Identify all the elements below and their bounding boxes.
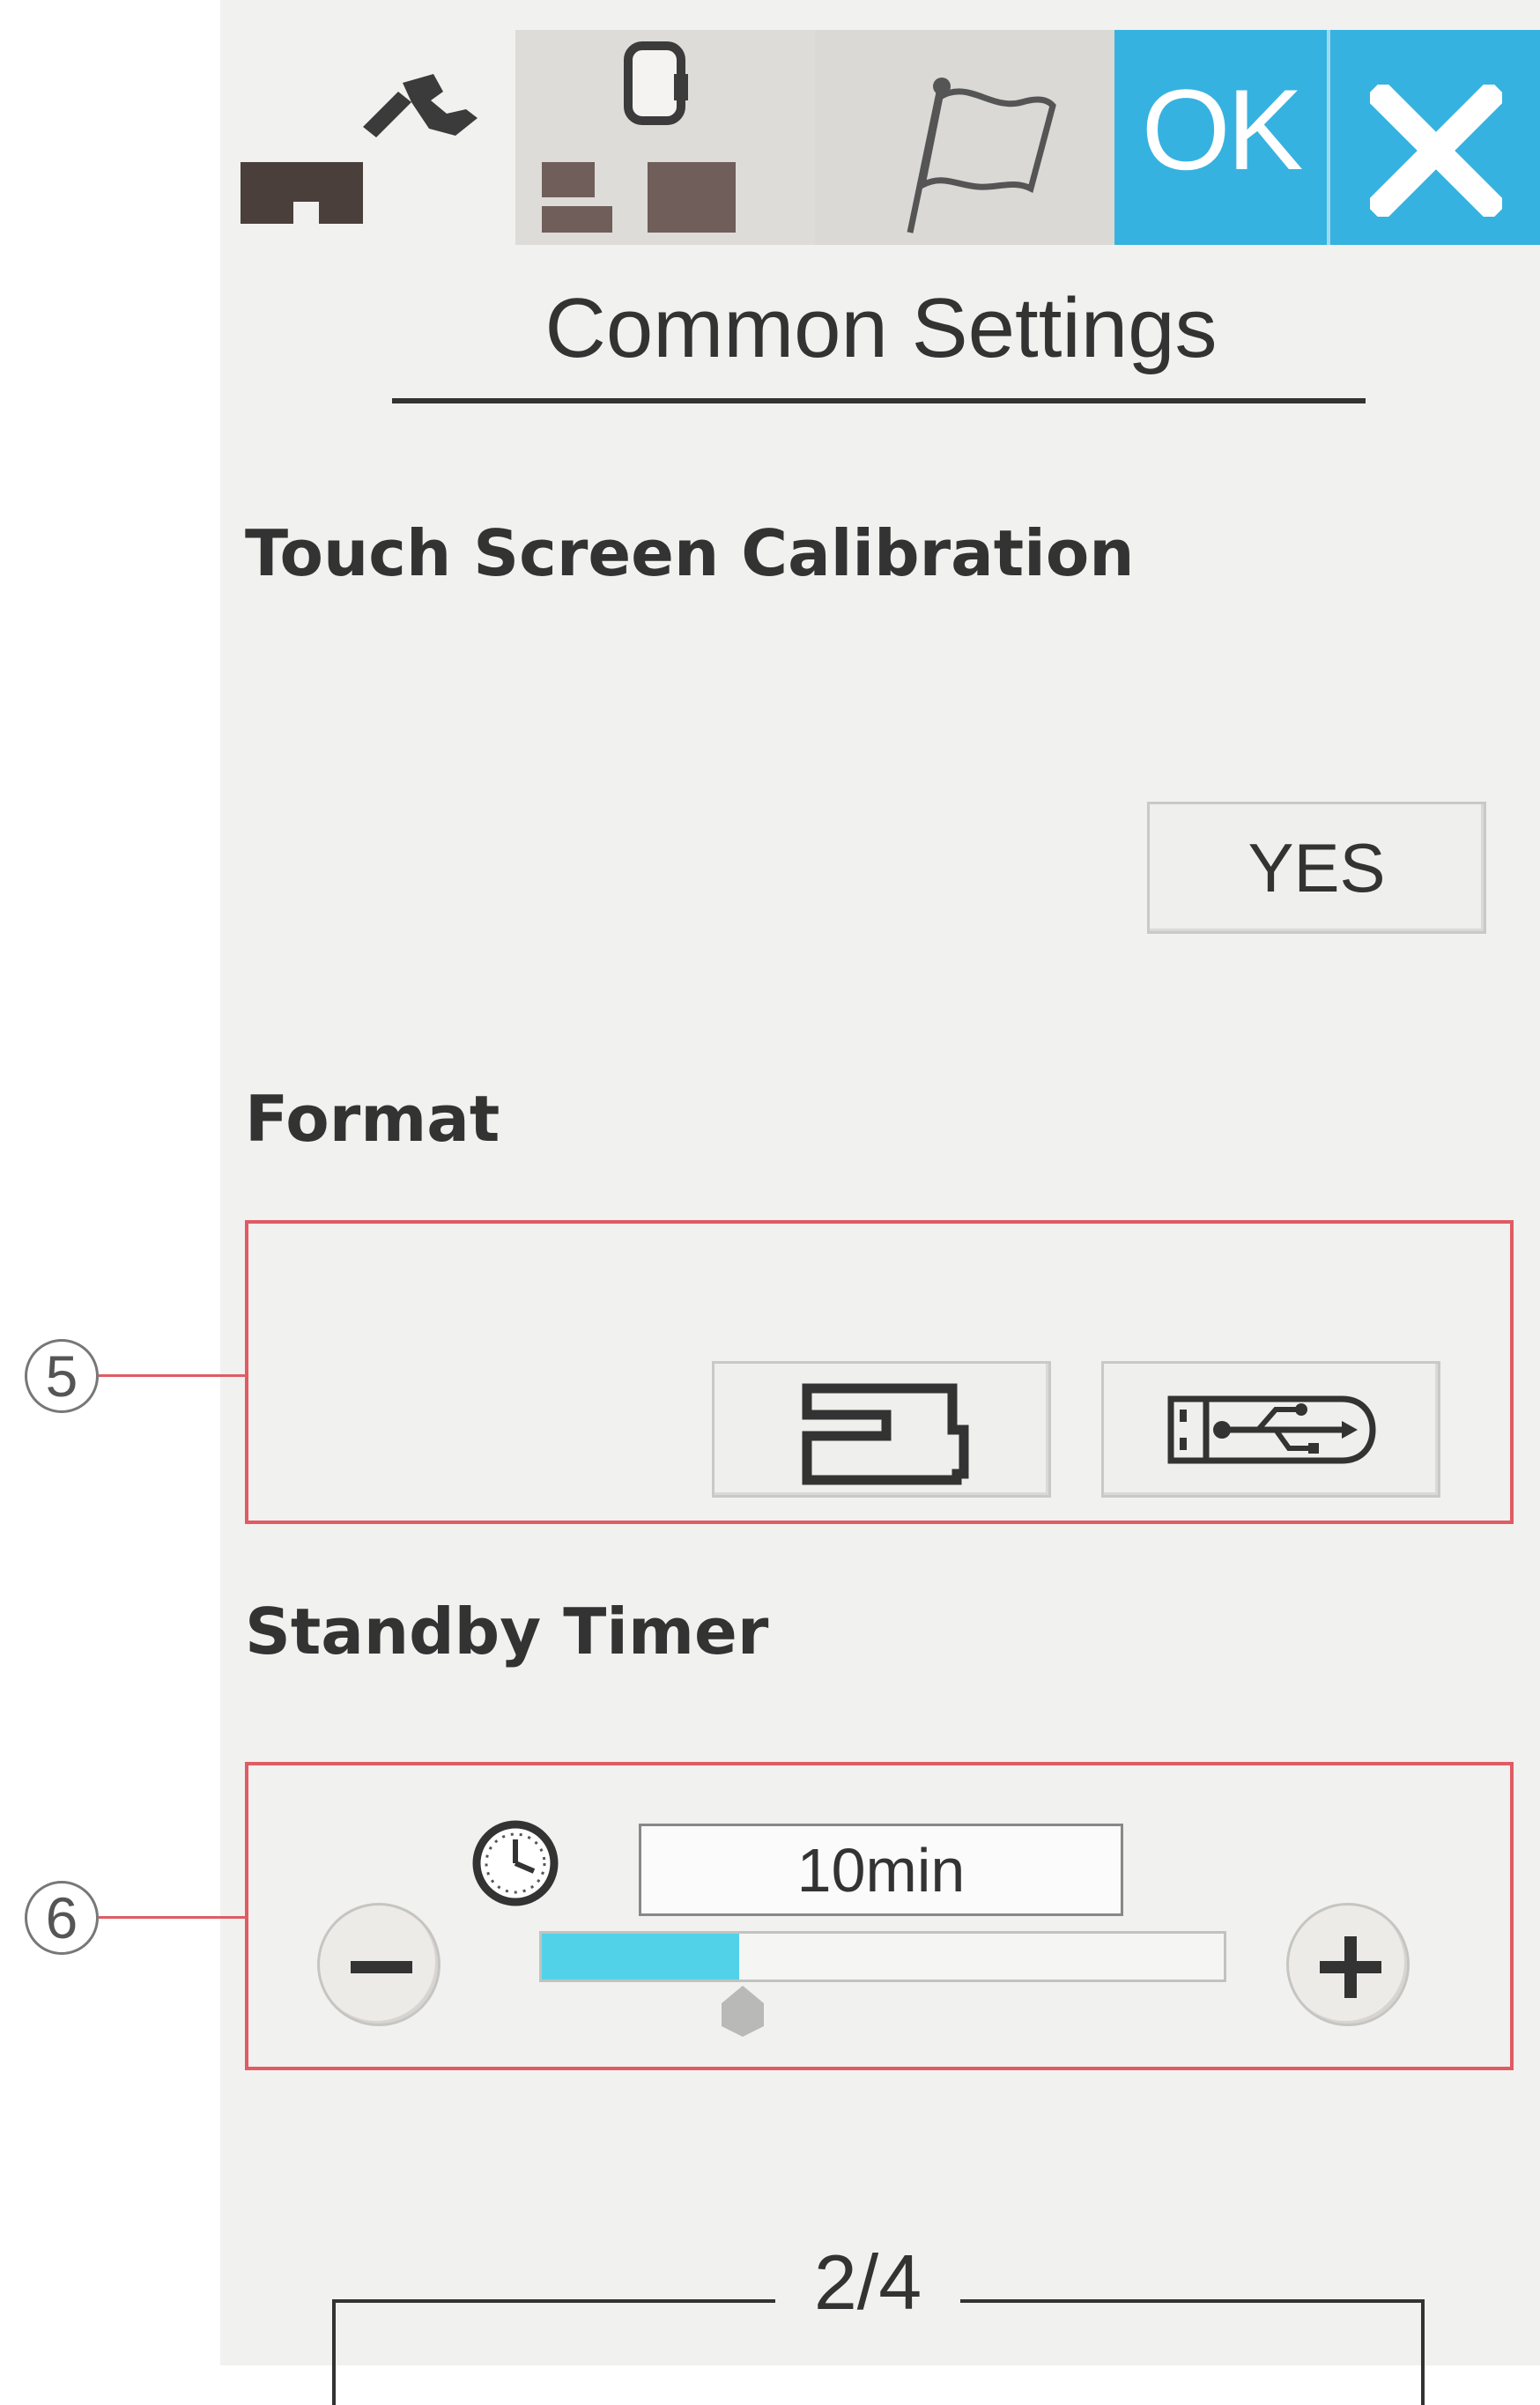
decrease-timer-button[interactable] [317, 1903, 441, 2026]
format-label: Format [245, 1082, 500, 1156]
close-button[interactable] [1330, 30, 1540, 245]
standby-timer-slider[interactable] [539, 1931, 1226, 1982]
minus-icon [351, 1961, 412, 1973]
callout-line-6 [99, 1916, 247, 1919]
title-underline [392, 398, 1366, 403]
calibration-yes-button[interactable]: YES [1147, 802, 1486, 934]
tab-language-settings[interactable] [815, 30, 1114, 245]
ok-label: OK [1141, 65, 1304, 194]
callout-line-5 [99, 1374, 247, 1377]
plus-icon [1320, 1936, 1381, 1998]
clock-icon [472, 1820, 559, 1906]
usb-stick-icon [1167, 1395, 1376, 1464]
touch-calibration-label: Touch Screen Calibration [245, 516, 1135, 590]
standby-timer-label: Standby Timer [245, 1595, 769, 1669]
increase-timer-button[interactable] [1286, 1903, 1410, 2026]
machine-wrench-icon [241, 74, 478, 224]
standby-timer-value: 10min [639, 1824, 1123, 1916]
slider-fill [542, 1934, 740, 1980]
machine-hoop-icon [542, 41, 736, 233]
slider-handle[interactable] [716, 1982, 769, 2039]
sewing-machine-icon [802, 1383, 969, 1485]
tab-embroidery-settings[interactable] [515, 30, 815, 245]
close-icon [1370, 85, 1502, 217]
flag-icon [907, 78, 1056, 233]
ok-button[interactable]: OK [1114, 30, 1330, 245]
format-machine-memory-button[interactable] [712, 1361, 1051, 1498]
callout-number-5: 5 [25, 1339, 99, 1413]
callout-number-6: 6 [25, 1881, 99, 1955]
tab-common-settings[interactable] [225, 30, 515, 245]
format-usb-button[interactable] [1101, 1361, 1440, 1498]
page-indicator: 2/4 [775, 2238, 960, 2327]
page-title: Common Settings [544, 281, 1218, 375]
